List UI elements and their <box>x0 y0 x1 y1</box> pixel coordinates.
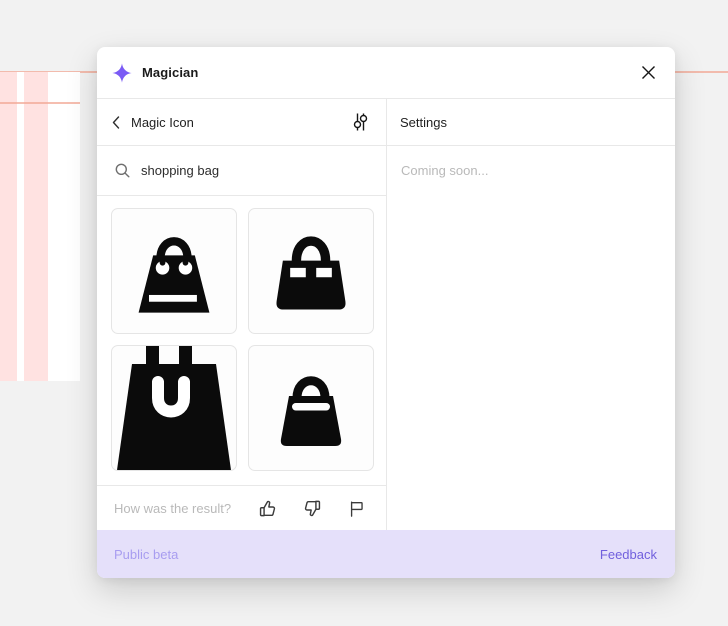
feedback-prompt: How was the result? <box>114 501 231 516</box>
close-button[interactable] <box>639 63 658 82</box>
icon-result-card[interactable] <box>111 345 237 471</box>
sparkle-icon <box>110 61 133 84</box>
sliders-icon <box>353 112 368 132</box>
plugin-body: Magic Icon <box>97 99 675 530</box>
filter-options-button[interactable] <box>351 110 370 134</box>
magic-icon-title: Magic Icon <box>131 115 194 130</box>
flag-icon <box>348 499 366 518</box>
layout-grid-column <box>24 72 48 381</box>
search-icon <box>115 163 130 178</box>
icon-results-grid <box>97 196 386 485</box>
handbag-icon <box>261 221 361 321</box>
layout-grid-column <box>0 72 17 381</box>
icon-result-card[interactable] <box>111 208 237 334</box>
chevron-left-icon <box>112 116 120 129</box>
report-flag-button[interactable] <box>346 497 368 520</box>
tote-bag-icon <box>112 346 236 470</box>
canvas-guide-line-horizontal <box>0 102 80 104</box>
canvas-design-frame <box>0 72 80 381</box>
shopping-bag-eyelets-icon <box>124 221 224 321</box>
magic-icon-panel: Magic Icon <box>97 99 387 530</box>
thumbs-down-button[interactable] <box>301 497 324 520</box>
magician-plugin-window: Magician <box>97 47 675 578</box>
back-button[interactable] <box>110 114 122 131</box>
small-shopping-bag-icon <box>263 360 359 456</box>
thumbs-up-button[interactable] <box>256 497 279 520</box>
figma-canvas: Magician <box>0 0 728 626</box>
public-beta-label: Public beta <box>114 547 178 562</box>
rating-buttons <box>256 497 368 520</box>
search-input[interactable] <box>141 163 370 178</box>
icon-result-card[interactable] <box>248 345 374 471</box>
search-bar <box>97 146 386 196</box>
magic-icon-header: Magic Icon <box>97 99 386 146</box>
thumbs-up-icon <box>258 499 277 518</box>
close-icon <box>641 65 656 80</box>
feedback-link[interactable]: Feedback <box>600 547 657 562</box>
plugin-footer: Public beta Feedback <box>97 530 675 578</box>
settings-header: Settings <box>387 99 675 146</box>
icon-result-card[interactable] <box>248 208 374 334</box>
settings-panel: Settings Coming soon... <box>387 99 675 530</box>
settings-placeholder: Coming soon... <box>387 146 675 178</box>
settings-title: Settings <box>400 115 447 130</box>
feedback-bar: How was the result? <box>97 485 386 530</box>
plugin-title: Magician <box>142 65 198 80</box>
thumbs-down-icon <box>303 499 322 518</box>
plugin-titlebar: Magician <box>97 47 675 99</box>
